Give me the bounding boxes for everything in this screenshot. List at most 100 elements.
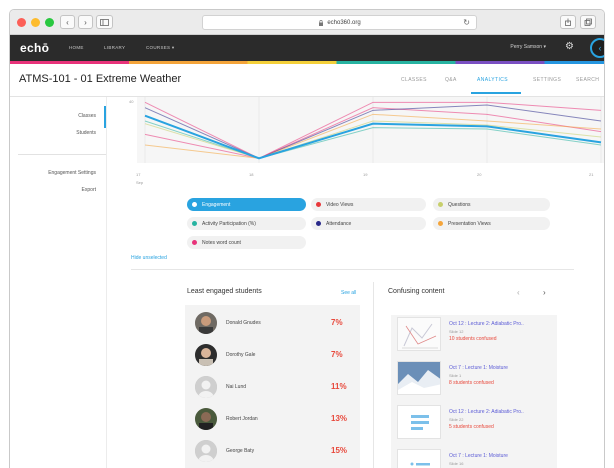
see-all-link[interactable]: See all — [341, 290, 356, 296]
engagement-line-chart — [137, 97, 604, 163]
chevron-down-icon: ▾ — [171, 45, 175, 50]
tabs-icon — [584, 18, 592, 26]
student-engagement-pct: 15% — [331, 446, 348, 455]
slide-thumbnail — [397, 405, 441, 439]
gear-icon[interactable]: ⚙ — [565, 41, 574, 52]
sidebar-icon — [100, 18, 109, 26]
history-buttons: ‹ › — [60, 15, 113, 29]
help-button[interactable]: ‹ — [590, 38, 604, 58]
confusing-item-title: Oct 7 : Lecture 1: Moisture — [449, 453, 508, 459]
legend-label: Presentation Views — [448, 220, 491, 227]
active-tab-indicator — [471, 92, 521, 94]
avatar — [195, 376, 217, 398]
x-tick-20: 20 — [477, 172, 482, 177]
chevron-down-icon: ▾ — [543, 44, 546, 50]
confusing-item[interactable]: Oct 7 : Lecture 1: Moisture Slide 1 8 st… — [391, 359, 557, 403]
x-tick-19: 19 — [363, 172, 368, 177]
slide-thumbnail — [397, 361, 441, 395]
tab-search[interactable]: SEARCH — [576, 77, 599, 83]
sidebar-item-students[interactable]: Students — [76, 130, 96, 136]
share-button[interactable] — [560, 15, 576, 29]
legend-dot — [438, 202, 443, 207]
chevron-left-icon[interactable]: ‹ — [517, 288, 520, 297]
minimize-window-button[interactable] — [31, 18, 40, 27]
student-engagement-pct: 13% — [331, 414, 348, 423]
confusing-item[interactable]: Oct 12 : Lecture 2: Adiabatic Pro.. Slid… — [391, 315, 557, 359]
echo-logo[interactable]: echō — [20, 41, 49, 55]
column-divider — [373, 282, 374, 468]
reload-icon[interactable]: ↻ — [463, 18, 470, 27]
sidebar-divider — [18, 154, 106, 155]
slide-thumbnail — [397, 449, 441, 468]
legend-presentation-views[interactable]: Presentation Views — [433, 217, 550, 230]
analytics-main: 40 17 18 19 20 21 Sep Engagement Video V… — [106, 97, 604, 468]
section-divider — [131, 269, 574, 270]
legend-engagement[interactable]: Engagement — [187, 198, 306, 211]
sidebar-item-engagement-settings[interactable]: Engagement Settings — [48, 170, 96, 176]
confusing-item[interactable]: Oct 7 : Lecture 1: Moisture Slide 16 — [391, 447, 557, 468]
url-text: echo360.org — [327, 19, 361, 26]
address-bar[interactable]: echo360.org ↻ — [202, 15, 477, 30]
browser-window: ‹ › echo360.org ↻ echō HOME LIBRARY COUR… — [9, 9, 605, 468]
legend-questions[interactable]: Questions — [433, 198, 550, 211]
chevron-left-icon: ‹ — [598, 43, 602, 53]
avatar — [195, 344, 217, 366]
student-row[interactable]: Robert Jordan 13% — [185, 405, 360, 435]
legend-video-views[interactable]: Video Views — [311, 198, 426, 211]
legend-dot — [192, 240, 197, 245]
user-menu[interactable]: Perry Samson ▾ — [510, 44, 546, 50]
slide-thumbnail — [397, 317, 441, 351]
sidebar-toggle-button[interactable] — [96, 15, 113, 29]
legend-attendance[interactable]: Attendance — [311, 217, 426, 230]
confusing-item-count: 8 students confused — [449, 380, 494, 386]
confusing-content-title: Confusing content — [388, 288, 445, 295]
tabs-overview-button[interactable] — [580, 15, 596, 29]
forward-button[interactable]: › — [78, 15, 93, 29]
student-engagement-pct: 7% — [331, 318, 343, 327]
student-engagement-pct: 7% — [331, 350, 343, 359]
confusing-item-slide: Slide 12 — [449, 329, 464, 334]
student-row[interactable]: Dorothy Gale 7% — [185, 341, 360, 371]
legend-dot — [316, 221, 321, 226]
back-button[interactable]: ‹ — [60, 15, 75, 29]
legend-label: Attendance — [326, 220, 352, 227]
student-name: Dorothy Gale — [226, 352, 256, 358]
avatar — [195, 408, 217, 430]
share-icon — [565, 18, 571, 26]
chevron-right-icon[interactable]: › — [543, 288, 546, 297]
confusing-content-list: Oct 12 : Lecture 2: Adiabatic Pro.. Slid… — [391, 315, 557, 468]
zoom-window-button[interactable] — [45, 18, 54, 27]
legend-dot — [192, 202, 197, 207]
nav-courses-link[interactable]: COURSES ▾ — [146, 45, 174, 51]
student-engagement-pct: 11% — [331, 382, 347, 391]
tab-settings[interactable]: SETTINGS — [533, 77, 561, 83]
legend-activity-participation[interactable]: Activity Participation (%) — [187, 217, 306, 230]
confusing-item-title: Oct 7 : Lecture 1: Moisture — [449, 365, 508, 371]
student-row[interactable]: Donald Gnudes 7% — [185, 309, 360, 339]
close-window-button[interactable] — [17, 18, 26, 27]
browser-toolbar: ‹ › echo360.org ↻ — [10, 10, 604, 35]
confusing-item-title: Oct 12 : Lecture 2: Adiabatic Pro.. — [449, 321, 524, 327]
student-row[interactable]: George Baty 15% — [185, 437, 360, 467]
nav-home-link[interactable]: HOME — [69, 45, 84, 50]
confusing-item[interactable]: Oct 12 : Lecture 2: Adiabatic Pro.. Slid… — [391, 403, 557, 447]
sidebar-item-export[interactable]: Export — [82, 187, 96, 193]
tab-analytics[interactable]: ANALYTICS — [477, 77, 508, 83]
sidebar-item-classes[interactable]: Classes — [78, 113, 96, 119]
hide-unselected-link[interactable]: Hide unselected — [131, 255, 167, 261]
user-name: Perry Samson — [510, 44, 543, 50]
confusing-item-slide: Slide 22 — [449, 417, 464, 422]
confusing-item-count: 5 students confused — [449, 424, 494, 430]
legend-dot — [438, 221, 443, 226]
sidebar: Classes Students Engagement Settings Exp… — [10, 97, 106, 468]
app-nav-bar: echō HOME LIBRARY COURSES ▾ Perry Samson… — [10, 35, 604, 61]
student-row[interactable]: Nai Lund 11% — [185, 373, 360, 403]
y-tick-label: 40 — [129, 99, 134, 104]
nav-library-link[interactable]: LIBRARY — [104, 45, 125, 50]
legend-notes-word-count[interactable]: Notes word count — [187, 236, 306, 249]
tab-classes[interactable]: CLASSES — [401, 77, 427, 83]
course-header: ATMS-101 - 01 Extreme Weather CLASSES Q&… — [10, 64, 604, 97]
tab-qa[interactable]: Q&A — [445, 77, 457, 83]
course-title: ATMS-101 - 01 Extreme Weather — [19, 73, 182, 85]
x-axis-unit: Sep — [136, 180, 144, 185]
